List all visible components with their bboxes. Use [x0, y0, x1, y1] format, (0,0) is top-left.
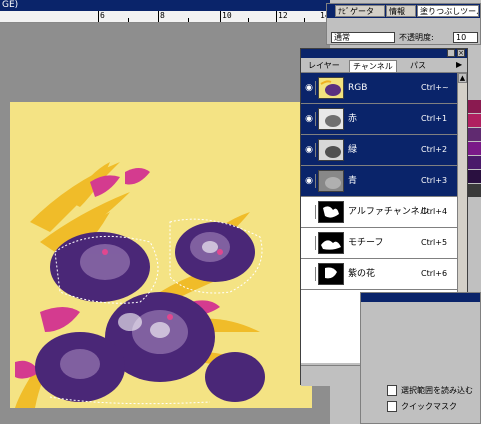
channel-row-red[interactable]: ◉ 赤 Ctrl+1 — [301, 104, 457, 135]
opacity-input[interactable]: 10 — [453, 32, 478, 43]
history-panel-titlebar[interactable] — [361, 293, 480, 302]
ruler-number: 10 — [222, 11, 232, 20]
eye-visibility-box[interactable] — [303, 236, 316, 250]
channel-thumbnail — [318, 139, 344, 161]
color-swatch[interactable] — [468, 170, 481, 183]
opacity-label: 不透明度: — [399, 33, 434, 42]
channel-name: モチーフ — [348, 238, 384, 248]
color-swatch[interactable] — [468, 128, 481, 141]
channel-thumbnail — [318, 232, 344, 254]
ruler-number: 6 — [100, 11, 105, 20]
options-panel: ﾅﾋﾞゲータ 情報 塗りつぶしツール 通常 不透明度: 10 — [326, 3, 481, 45]
color-swatch[interactable] — [468, 100, 481, 113]
color-swatch[interactable] — [468, 142, 481, 155]
eye-visibility-box[interactable] — [303, 205, 316, 219]
channel-row-purple-flower[interactable]: 紫の花 Ctrl+6 — [301, 259, 457, 290]
channel-row-alpha[interactable]: アルファチャンネル Ctrl+4 — [301, 197, 457, 228]
channel-thumbnail — [318, 108, 344, 130]
tab-paths[interactable]: パス — [407, 60, 429, 71]
blend-mode-select[interactable]: 通常 — [331, 32, 395, 43]
tab-channels[interactable]: チャンネル — [349, 60, 397, 73]
channel-shortcut: Ctrl+6 — [421, 269, 448, 278]
channel-shortcut: Ctrl+4 — [421, 207, 448, 216]
channel-shortcut: Ctrl+2 — [421, 145, 448, 154]
minimize-icon[interactable] — [447, 49, 455, 57]
history-item[interactable]: 選択範囲を読み込む — [361, 383, 481, 399]
eye-icon[interactable]: ◉ — [303, 174, 316, 188]
tab-navigator[interactable]: ﾅﾋﾞゲータ — [335, 5, 385, 17]
options-panel-tabs: ﾅﾋﾞゲータ 情報 塗りつぶしツール — [327, 4, 480, 18]
document-title-bar: GE) — [0, 0, 330, 11]
ruler-number: 12 — [278, 11, 288, 20]
document-title: GE) — [2, 0, 19, 10]
history-step-icon — [387, 401, 397, 412]
color-swatch[interactable] — [468, 156, 481, 169]
eye-icon[interactable]: ◉ — [303, 112, 316, 126]
blend-mode-value: 通常 — [334, 33, 350, 42]
channel-name: 紫の花 — [348, 269, 376, 279]
history-panel: 選択範囲を読み込む クイックマスク — [360, 292, 481, 424]
channel-thumbnail — [318, 77, 344, 99]
history-step-icon — [387, 385, 397, 396]
history-item[interactable]: クイックマスク — [361, 399, 481, 415]
scroll-up-icon[interactable]: ▲ — [458, 73, 467, 83]
ruler-number: 8 — [160, 11, 165, 20]
channel-thumbnail — [318, 170, 344, 192]
channel-thumbnail — [318, 201, 344, 223]
history-item-label: 選択範囲を読み込む — [401, 386, 473, 395]
channel-name: RGB — [348, 83, 368, 93]
tab-paint-bucket[interactable]: 塗りつぶしツール — [417, 5, 479, 17]
channels-panel-tabs: レイヤー チャンネル パス ▶ — [301, 58, 467, 73]
tab-layers[interactable]: レイヤー — [305, 60, 343, 71]
eye-icon[interactable]: ◉ — [303, 143, 316, 157]
channel-name: 緑 — [348, 145, 358, 155]
channel-row-rgb[interactable]: ◉ RGB Ctrl+~ — [301, 73, 457, 104]
channel-name: アルファチャンネル — [348, 207, 429, 217]
channel-thumbnail — [318, 263, 344, 285]
channel-row-blue[interactable]: ◉ 青 Ctrl+3 — [301, 166, 457, 197]
hibiscus-artwork — [10, 102, 312, 408]
channel-row-green[interactable]: ◉ 緑 Ctrl+2 — [301, 135, 457, 166]
channels-panel-titlebar[interactable]: × — [301, 49, 467, 58]
channel-row-motif[interactable]: モチーフ Ctrl+5 — [301, 228, 457, 259]
channel-shortcut: Ctrl+3 — [421, 176, 448, 185]
tab-info[interactable]: 情報 — [386, 5, 416, 17]
color-swatch[interactable] — [468, 184, 481, 197]
close-icon[interactable]: × — [457, 49, 465, 57]
channel-shortcut: Ctrl+1 — [421, 114, 448, 123]
channel-name: 赤 — [348, 114, 358, 124]
eye-icon[interactable]: ◉ — [303, 81, 316, 95]
eye-visibility-box[interactable] — [303, 267, 316, 281]
channel-shortcut: Ctrl+5 — [421, 238, 448, 247]
opacity-value: 10 — [456, 33, 467, 42]
channel-name: 青 — [348, 176, 358, 186]
channel-shortcut: Ctrl+~ — [421, 83, 449, 92]
document-canvas[interactable] — [10, 102, 312, 408]
history-item-label: クイックマスク — [401, 402, 457, 411]
color-swatch[interactable] — [468, 114, 481, 127]
panel-menu-arrow-icon[interactable]: ▶ — [456, 60, 462, 69]
horizontal-ruler: 6 8 10 12 14 — [0, 11, 330, 23]
